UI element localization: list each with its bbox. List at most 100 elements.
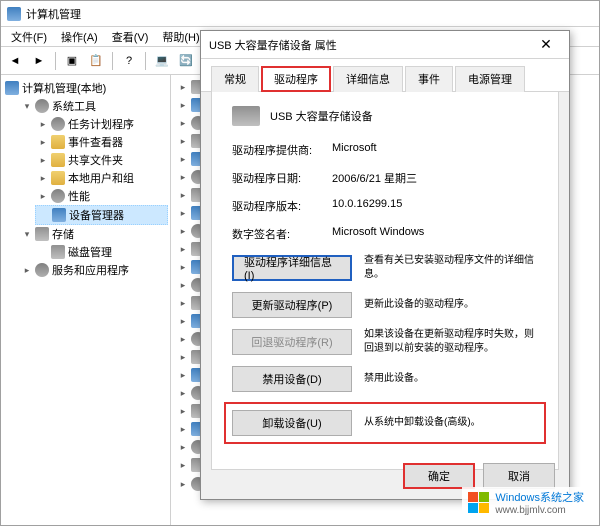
back-button[interactable]: ◄ xyxy=(5,51,25,71)
refresh-button[interactable]: 🔄 xyxy=(176,51,196,71)
up-button[interactable]: ▣ xyxy=(62,51,82,71)
tree-systools[interactable]: ▾ 系统工具 xyxy=(19,97,168,115)
tree-label: 磁盘管理 xyxy=(68,244,112,260)
expander-icon[interactable]: ▾ xyxy=(21,100,33,112)
expander-icon[interactable]: ▸ xyxy=(21,264,33,276)
forward-button[interactable]: ► xyxy=(29,51,49,71)
tree-root-label: 计算机管理(本地) xyxy=(22,80,106,96)
tab-details[interactable]: 详细信息 xyxy=(333,66,403,92)
spacer xyxy=(38,209,50,221)
expander-icon[interactable]: ▾ xyxy=(21,228,33,240)
ok-button[interactable]: 确定 xyxy=(403,463,475,489)
expander-icon[interactable]: ▸ xyxy=(37,190,49,202)
tree-panel: 计算机管理(本地) ▾ 系统工具 ▸ 任务计划程序 ▸ xyxy=(1,75,171,525)
tab-events[interactable]: 事件 xyxy=(405,66,453,92)
disk-icon xyxy=(51,245,65,259)
tree-services[interactable]: ▸ 服务和应用程序 xyxy=(19,261,168,279)
clock-icon xyxy=(51,117,65,131)
menu-action[interactable]: 操作(A) xyxy=(55,27,104,47)
tab-strip: 常规 驱动程序 详细信息 事件 电源管理 xyxy=(201,59,569,92)
dialog-buttons: 确定 取消 xyxy=(403,463,555,489)
tree-users[interactable]: ▸ 本地用户和组 xyxy=(35,169,168,187)
disable-device-button[interactable]: 禁用设备(D) xyxy=(232,366,352,392)
menu-view[interactable]: 查看(V) xyxy=(106,27,155,47)
separator xyxy=(145,52,146,70)
folder-icon xyxy=(51,153,65,167)
storage-icon xyxy=(35,227,49,241)
window-title: 计算机管理 xyxy=(26,6,81,22)
provider-label: 驱动程序提供商: xyxy=(232,142,332,158)
row-version: 驱动程序版本: 10.0.16299.15 xyxy=(232,198,538,214)
devmgr-icon xyxy=(52,208,66,222)
tree-perf[interactable]: ▸ 性能 xyxy=(35,187,168,205)
separator xyxy=(112,52,113,70)
tab-general[interactable]: 常规 xyxy=(211,66,259,92)
row-update-btn: 更新驱动程序(P) 更新此设备的驱动程序。 xyxy=(232,292,538,318)
tab-content: USB 大容量存储设备 驱动程序提供商: Microsoft 驱动程序日期: 2… xyxy=(211,92,559,470)
watermark-url: www.bjjmlv.com xyxy=(495,505,584,516)
disable-desc: 禁用此设备。 xyxy=(364,372,538,386)
dialog-title: USB 大容量存储设备 属性 xyxy=(209,37,337,53)
version-label: 驱动程序版本: xyxy=(232,198,332,214)
row-signer: 数字签名者: Microsoft Windows xyxy=(232,226,538,242)
spacer xyxy=(37,246,49,258)
device-name: USB 大容量存储设备 xyxy=(270,108,373,124)
windows-logo-icon xyxy=(468,492,489,513)
tree-label: 存储 xyxy=(52,226,74,242)
signer-value: Microsoft Windows xyxy=(332,226,538,242)
watermark: Windows系统之家 www.bjjmlv.com xyxy=(462,487,590,518)
row-date: 驱动程序日期: 2006/6/21 星期三 xyxy=(232,170,538,186)
tree-storage[interactable]: ▾ 存储 xyxy=(19,225,168,243)
date-label: 驱动程序日期: xyxy=(232,170,332,186)
expander-icon[interactable]: ▸ xyxy=(37,172,49,184)
properties-dialog: USB 大容量存储设备 属性 ✕ 常规 驱动程序 详细信息 事件 电源管理 US… xyxy=(200,30,570,500)
menu-help[interactable]: 帮助(H) xyxy=(156,27,205,47)
devices-button[interactable]: 💻 xyxy=(152,51,172,71)
expander-icon[interactable]: ▸ xyxy=(37,154,49,166)
dialog-titlebar[interactable]: USB 大容量存储设备 属性 ✕ xyxy=(201,31,569,59)
row-rollback-btn: 回退驱动程序(R) 如果该设备在更新驱动程序时失败，则回退到以前安装的驱动程序。 xyxy=(232,328,538,356)
tree-scheduler[interactable]: ▸ 任务计划程序 xyxy=(35,115,168,133)
menu-file[interactable]: 文件(F) xyxy=(5,27,53,47)
usb-icon xyxy=(232,106,260,126)
close-button[interactable]: ✕ xyxy=(531,35,561,55)
tree-root[interactable]: 计算机管理(本地) xyxy=(3,79,168,97)
tree-label: 任务计划程序 xyxy=(68,116,134,132)
tree-label: 本地用户和组 xyxy=(68,170,134,186)
tree-devmgr[interactable]: 设备管理器 xyxy=(35,205,168,225)
uninstall-desc: 从系统中卸载设备(高级)。 xyxy=(364,416,538,430)
driver-details-button[interactable]: 驱动程序详细信息(I) xyxy=(232,255,352,281)
rollback-driver-button: 回退驱动程序(R) xyxy=(232,329,352,355)
provider-value: Microsoft xyxy=(332,142,538,158)
expander-icon[interactable]: ▸ xyxy=(37,136,49,148)
device-header: USB 大容量存储设备 xyxy=(232,106,538,126)
row-disable-btn: 禁用设备(D) 禁用此设备。 xyxy=(232,366,538,392)
row-uninstall-btn: 卸载设备(U) 从系统中卸载设备(高级)。 xyxy=(232,410,538,436)
tree-shared[interactable]: ▸ 共享文件夹 xyxy=(35,151,168,169)
uninstall-device-button[interactable]: 卸载设备(U) xyxy=(232,410,352,436)
tree-label: 系统工具 xyxy=(52,98,96,114)
cancel-button[interactable]: 取消 xyxy=(483,463,555,489)
update-desc: 更新此设备的驱动程序。 xyxy=(364,298,538,312)
expander-icon[interactable]: ▸ xyxy=(37,118,49,130)
computer-icon xyxy=(5,81,19,95)
list-button[interactable]: 📋 xyxy=(86,51,106,71)
uninstall-highlight: 卸载设备(U) 从系统中卸载设备(高级)。 xyxy=(224,402,546,444)
watermark-text: Windows系统之家 xyxy=(495,489,584,505)
tree-label: 服务和应用程序 xyxy=(52,262,129,278)
tree-label: 共享文件夹 xyxy=(68,152,123,168)
titlebar: 计算机管理 xyxy=(1,1,599,27)
users-icon xyxy=(51,171,65,185)
row-details-btn: 驱动程序详细信息(I) 查看有关已安装驱动程序文件的详细信息。 xyxy=(232,254,538,282)
help-button[interactable]: ? xyxy=(119,51,139,71)
update-driver-button[interactable]: 更新驱动程序(P) xyxy=(232,292,352,318)
signer-label: 数字签名者: xyxy=(232,226,332,242)
services-icon xyxy=(35,263,49,277)
tab-power[interactable]: 电源管理 xyxy=(455,66,525,92)
tree-diskmgmt[interactable]: 磁盘管理 xyxy=(35,243,168,261)
tools-icon xyxy=(35,99,49,113)
app-icon xyxy=(7,7,21,21)
tree-eventviewer[interactable]: ▸ 事件查看器 xyxy=(35,133,168,151)
version-value: 10.0.16299.15 xyxy=(332,198,538,214)
tab-driver[interactable]: 驱动程序 xyxy=(261,66,331,92)
